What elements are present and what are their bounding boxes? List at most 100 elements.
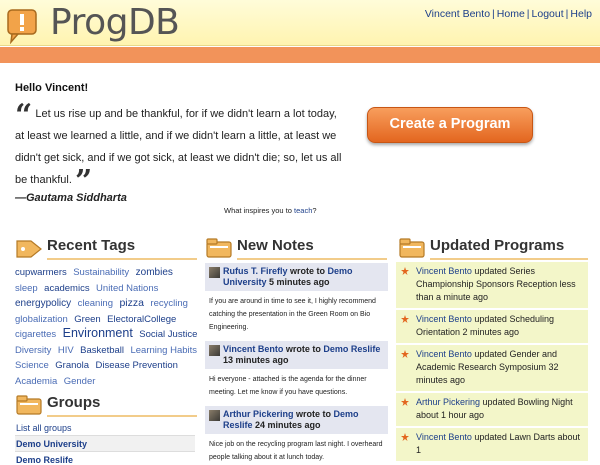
- tag-link[interactable]: Disease Prevention: [96, 360, 178, 371]
- note-body: Nice job on the recycling program last n…: [209, 441, 383, 461]
- tag-link[interactable]: HIV: [58, 345, 74, 356]
- note-item: Rufus T. Firefly wrote to Demo Universit…: [205, 263, 388, 341]
- tag-link[interactable]: Science: [15, 360, 49, 371]
- new-notes-header: New Notes: [205, 236, 390, 260]
- nav-separator: |: [565, 8, 569, 20]
- group-list-all-link[interactable]: List all groups: [15, 420, 195, 436]
- inspires-suffix: ?: [312, 206, 317, 215]
- program-update-item: Vincent Bento updated Scheduling Orienta…: [396, 310, 588, 345]
- note-title: Rufus T. Firefly wrote to Demo Universit…: [209, 266, 384, 288]
- group-item-demo-university[interactable]: Demo University: [15, 436, 195, 452]
- nav-logout-link[interactable]: Logout: [532, 8, 564, 20]
- note-author-link[interactable]: Vincent Bento: [223, 344, 283, 354]
- tag-link[interactable]: Academia: [15, 376, 57, 387]
- tag-link[interactable]: Green: [74, 314, 100, 325]
- app-header: ProgDB Vincent Bento | Home | Logout | Help: [0, 0, 600, 46]
- note-wrote-to: wrote to: [290, 266, 326, 276]
- note-time: 13 minutes ago: [223, 355, 289, 365]
- note-header: Vincent Bento wrote to Demo Reslife 13 m…: [205, 341, 388, 369]
- tag-link[interactable]: ElectoralCollege: [107, 314, 176, 325]
- programs-folder-icon: [399, 238, 425, 258]
- create-program-button[interactable]: Create a Program: [367, 107, 533, 143]
- groups-list: List all groups Demo University Demo Res…: [15, 420, 195, 465]
- program-user-link[interactable]: Arthur Pickering: [416, 397, 480, 407]
- avatar[interactable]: [209, 345, 220, 356]
- tag-cloud: cupwarmers Sustainability zombies sleep …: [15, 264, 200, 388]
- groups-folder-icon: [16, 395, 42, 415]
- tag-link[interactable]: Basketball: [80, 345, 124, 356]
- tag-link[interactable]: pizza: [119, 297, 144, 309]
- groups-title: Groups: [47, 394, 101, 411]
- tag-link[interactable]: Social Justice: [139, 329, 197, 340]
- note-title: Vincent Bento wrote to Demo Reslife 13 m…: [209, 344, 384, 366]
- notes-folder-icon: [206, 238, 232, 258]
- tag-link[interactable]: cigarettes: [15, 329, 56, 340]
- program-star-icon: [401, 398, 409, 406]
- tag-link[interactable]: globalization: [15, 314, 68, 325]
- tag-link[interactable]: academics: [44, 283, 89, 294]
- program-update-item: Vincent Bento updated Lawn Darts about 1: [396, 428, 588, 463]
- note-title: Arthur Pickering wrote to Demo Reslife 2…: [209, 409, 384, 431]
- nav-help-link[interactable]: Help: [570, 8, 592, 20]
- program-update-item: Arthur Pickering updated Bowling Night a…: [396, 393, 588, 428]
- group-item-demo-reslife[interactable]: Demo Reslife: [15, 452, 195, 465]
- new-notes-title: New Notes: [237, 237, 314, 254]
- note-body: Hi everyone - attached is the agenda for…: [209, 376, 367, 396]
- program-star-icon: [401, 315, 409, 323]
- logo-speech-bubble-icon: [7, 9, 37, 44]
- note-author-link[interactable]: Rufus T. Firefly: [223, 266, 288, 276]
- tag-link[interactable]: cleaning: [78, 298, 113, 309]
- note-header: Arthur Pickering wrote to Demo Reslife 2…: [205, 406, 388, 434]
- inspires-prompt: What inspires you to teach?: [224, 206, 317, 215]
- nav-separator: |: [526, 8, 530, 20]
- tag-link[interactable]: Gender: [64, 376, 96, 387]
- avatar[interactable]: [209, 267, 220, 278]
- program-user-link[interactable]: Vincent Bento: [416, 314, 472, 324]
- tag-link[interactable]: Learning Habits: [130, 345, 197, 356]
- note-wrote-to: wrote to: [285, 344, 321, 354]
- note-item: Vincent Bento wrote to Demo Reslife 13 m…: [205, 341, 388, 406]
- nav-home-link[interactable]: Home: [497, 8, 525, 20]
- tag-link[interactable]: zombies: [136, 267, 173, 278]
- inspirational-quote: “ Let us rise up and be thankful, for if…: [15, 101, 345, 197]
- tag-link[interactable]: recycling: [150, 298, 188, 309]
- section-divider: [430, 258, 588, 260]
- program-user-link[interactable]: Vincent Bento: [416, 266, 472, 276]
- quote-text: Let us rise up and be thankful, for if w…: [15, 108, 342, 186]
- tag-link[interactable]: United Nations: [96, 283, 158, 294]
- note-time: 5 minutes ago: [269, 277, 330, 287]
- program-update-item: Vincent Bento updated Series Championshi…: [396, 262, 588, 310]
- program-user-link[interactable]: Vincent Bento: [416, 349, 472, 359]
- tag-link[interactable]: cupwarmers: [15, 267, 67, 278]
- inspires-prefix: What inspires you to: [224, 206, 295, 215]
- note-time: 24 minutes ago: [255, 420, 321, 430]
- program-star-icon: [401, 433, 409, 441]
- note-target-link[interactable]: Demo Reslife: [323, 344, 380, 354]
- header-accent-bar: [0, 47, 600, 63]
- top-nav: Vincent Bento | Home | Logout | Help: [425, 8, 592, 20]
- tag-icon: [16, 240, 42, 258]
- section-divider: [47, 415, 197, 417]
- updated-programs-header: Updated Programs: [398, 236, 593, 260]
- tag-link[interactable]: Environment: [63, 326, 133, 340]
- avatar[interactable]: [209, 410, 220, 421]
- tag-link[interactable]: energypolicy: [15, 298, 71, 309]
- tag-link[interactable]: sleep: [15, 283, 38, 294]
- tag-link[interactable]: Granola: [55, 360, 89, 371]
- nav-user-link[interactable]: Vincent Bento: [425, 8, 490, 20]
- program-star-icon: [401, 267, 409, 275]
- greeting: Hello Vincent!: [15, 82, 89, 94]
- program-user-link[interactable]: Vincent Bento: [416, 432, 472, 442]
- note-body: If you are around in time to see it, I h…: [209, 298, 376, 331]
- recent-tags-header: Recent Tags: [15, 236, 200, 260]
- tag-link[interactable]: Diversity: [15, 345, 51, 356]
- note-header: Rufus T. Firefly wrote to Demo Universit…: [205, 263, 388, 291]
- groups-header: Groups: [15, 393, 200, 417]
- note-item: Arthur Pickering wrote to Demo Reslife 2…: [205, 406, 388, 465]
- app-logo-text[interactable]: ProgDB: [50, 2, 180, 43]
- tag-link[interactable]: Sustainability: [73, 267, 129, 278]
- note-author-link[interactable]: Arthur Pickering: [223, 409, 294, 419]
- updated-programs-title: Updated Programs: [430, 237, 565, 254]
- notes-list: Rufus T. Firefly wrote to Demo Universit…: [205, 263, 388, 465]
- inspires-teach-link[interactable]: teach: [294, 206, 312, 215]
